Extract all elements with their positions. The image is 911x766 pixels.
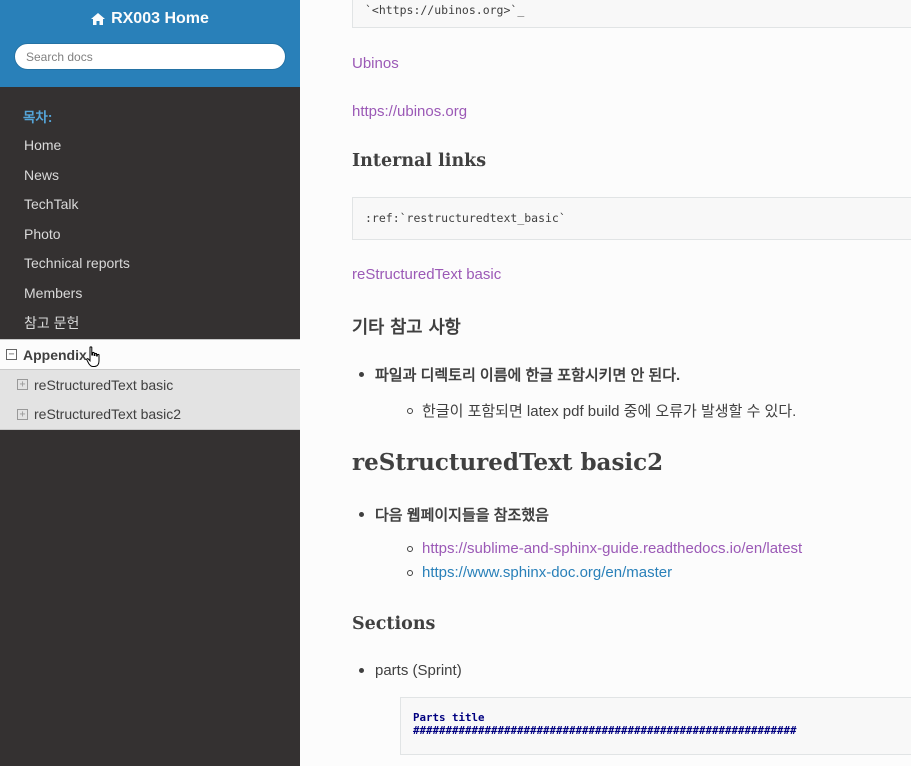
link-sphinx-doc[interactable]: https://www.sphinx-doc.org/en/master [422,564,672,581]
list-item: parts (Sprint) [359,662,462,679]
sidebar-item-rst-basic[interactable]: + reStructuredText basic [0,370,300,400]
sidebar-item-label: reStructuredText basic2 [34,406,182,423]
hand-pointer-icon [86,346,100,367]
sidebar-item-techtalk[interactable]: TechTalk [0,190,300,220]
code-block-ref: :ref:`restructuredtext_basic` [352,197,911,240]
home-icon [91,13,106,25]
sidebar-item-rst-basic2[interactable]: + reStructuredText basic2 [0,400,300,430]
search-input[interactable] [14,43,286,70]
sidebar-item-references[interactable]: 참고 문헌 [0,309,300,339]
list-item: 다음 웹페이지들을 참조했음 [359,504,549,525]
link-ubinos[interactable]: Ubinos [352,55,399,72]
code-line: Parts title [413,711,485,724]
code-text: `<https://ubinos.org>`_ [365,3,525,17]
list-item: https://sublime-and-sphinx-guide.readthe… [407,540,802,557]
expand-icon[interactable]: + [17,379,28,391]
bullet-icon [359,668,364,673]
code-block-parts: Parts title ############################… [400,697,911,755]
sidebar-item-technical-reports[interactable]: Technical reports [0,249,300,279]
heading-etc-notes: 기타 참고 사항 [352,318,461,338]
bullet-circle-icon [407,407,413,414]
list-item-text: 다음 웹페이지들을 참조했음 [375,507,549,524]
collapse-icon[interactable]: − [6,349,17,360]
expand-icon[interactable]: + [17,408,28,420]
heading-sections: Sections [352,614,436,634]
sidebar-item-home[interactable]: Home [0,131,300,161]
sidebar-item-news[interactable]: News [0,161,300,191]
link-ubinos-url[interactable]: https://ubinos.org [352,103,467,120]
home-link[interactable]: RX003 Home [91,10,209,28]
bullet-icon [359,372,364,377]
list-item: 파일과 디렉토리 이름에 한글 포함시키면 안 된다. [359,364,680,385]
bullet-circle-icon [407,545,413,552]
sidebar-item-label: reStructuredText basic [34,376,174,393]
heading-internal-links: Internal links [352,151,487,171]
list-item-text: parts (Sprint) [375,662,462,679]
bullet-circle-icon [407,569,413,576]
sidebar-item-photo[interactable]: Photo [0,220,300,250]
code-line: ########################################… [413,724,797,737]
sidebar-header: RX003 Home [0,0,300,87]
heading-rst-basic2: reStructuredText basic2 [352,449,664,476]
bullet-icon [359,512,364,517]
code-block-url: `<https://ubinos.org>`_ [352,0,911,28]
appendix-subnav: + reStructuredText basic + reStructuredT… [0,370,300,430]
home-label: RX003 Home [111,10,209,27]
main-content: `<https://ubinos.org>`_ Ubinos https://u… [300,0,911,766]
list-item: 한글이 포함되면 latex pdf build 중에 오류가 발생할 수 있다… [407,400,796,421]
sidebar-nav: Home News TechTalk Photo Technical repor… [0,131,300,338]
toc-caption: 목차: [23,110,53,125]
code-text: :ref:`restructuredtext_basic` [365,211,566,225]
sidebar-item-appendix[interactable]: − Appendix [0,339,300,370]
list-item-text: 한글이 포함되면 latex pdf build 중에 오류가 발생할 수 있다… [422,403,797,420]
sidebar-item-members[interactable]: Members [0,279,300,309]
list-item: https://www.sphinx-doc.org/en/master [407,564,672,581]
link-rst-basic[interactable]: reStructuredText basic [352,266,501,283]
sidebar-item-label: Appendix [23,346,87,363]
sidebar: RX003 Home 목차: Home News TechTalk Photo … [0,0,300,766]
list-item-text: 파일과 디렉토리 이름에 한글 포함시키면 안 된다. [375,367,681,384]
link-sublime-sphinx-guide[interactable]: https://sublime-and-sphinx-guide.readthe… [422,540,802,557]
